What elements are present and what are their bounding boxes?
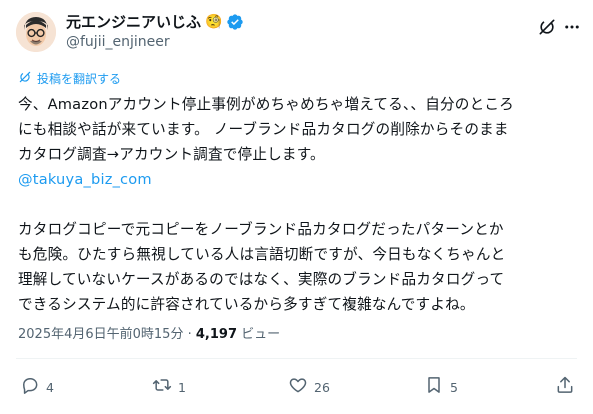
heart-icon [288, 375, 308, 401]
repost-button[interactable]: 1 [152, 375, 186, 401]
more-dots-icon[interactable] [563, 18, 581, 36]
translate-post-link[interactable]: 投稿を翻訳する [18, 70, 121, 88]
reply-icon [20, 375, 40, 401]
bookmark-icon [424, 375, 444, 401]
share-button[interactable] [555, 375, 575, 401]
bookmark-count: 5 [450, 380, 458, 395]
share-icon [555, 375, 575, 401]
post-paragraph-1: 今、Amazonアカウント停止事例がめちゃめちゃ増えてる、、自分のところ にも相… [18, 96, 514, 163]
post-timestamp[interactable]: 2025年4月6日午前0時15分 [18, 327, 183, 342]
action-bar: 4 1 26 5 [20, 375, 580, 397]
post-meta: 2025年4月6日午前0時15分 · 4,197 ビュー [18, 326, 280, 344]
divider [16, 358, 577, 359]
avatar-illustration [16, 12, 56, 52]
repost-icon [152, 375, 172, 401]
post-paragraph-2: カタログコピーで元コピーをノーブランド品カタログだったパターンとか も危険。ひた… [18, 221, 506, 313]
repost-count: 1 [178, 380, 186, 395]
like-count: 26 [314, 380, 330, 395]
translate-icon [18, 70, 32, 88]
avatar[interactable] [16, 12, 56, 52]
grok-slash-icon[interactable] [537, 17, 557, 37]
author-name-row[interactable]: 元エンジニアいじふ 🧐 [66, 13, 244, 31]
like-button[interactable]: 26 [288, 375, 330, 401]
post-body: 今、Amazonアカウント停止事例がめちゃめちゃ増えてる、、自分のところ にも相… [18, 92, 583, 317]
mention-link[interactable]: @takuya_biz_com [18, 167, 583, 192]
translate-label: 投稿を翻訳する [37, 72, 122, 86]
bookmark-button[interactable]: 5 [424, 375, 458, 401]
author-handle[interactable]: @fujii_enjineer [66, 33, 170, 51]
author-display-name[interactable]: 元エンジニアいじふ [66, 13, 201, 31]
reply-button[interactable]: 4 [20, 375, 54, 401]
reply-count: 4 [46, 380, 54, 395]
views-label: ビュー [241, 327, 281, 342]
views-count: 4,197 [195, 327, 237, 342]
meta-separator: · [187, 327, 192, 342]
verified-badge-icon [226, 13, 244, 31]
monocle-emoji-icon: 🧐 [205, 14, 223, 30]
